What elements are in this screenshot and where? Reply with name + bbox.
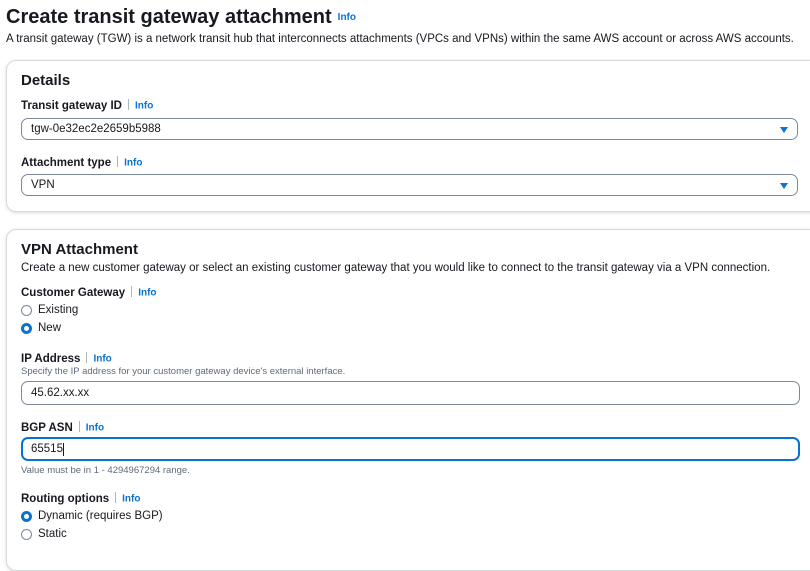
label-separator	[86, 352, 88, 363]
tgw-id-value: tgw-0e32ec2e2659b5988	[31, 123, 161, 135]
page-info-link[interactable]: Info	[338, 12, 356, 23]
radio-checked-icon	[21, 510, 32, 522]
tgw-id-select[interactable]: tgw-0e32ec2e2659b5988	[21, 118, 798, 140]
page-title: Create transit gateway attachment Info	[6, 6, 356, 29]
caret-down-icon	[780, 127, 788, 133]
routing-static-radio[interactable]: Static	[21, 528, 67, 540]
radio-unchecked-icon	[21, 528, 32, 540]
bgp-asn-label-text: BGP ASN	[21, 422, 73, 434]
radio-label: Existing	[38, 304, 79, 316]
attachment-type-info-link[interactable]: Info	[124, 157, 142, 168]
label-separator	[115, 492, 117, 503]
label-separator	[78, 421, 80, 432]
radio-checked-icon	[21, 322, 32, 334]
customer-gateway-new-radio[interactable]: New	[21, 322, 61, 334]
attachment-type-label-text: Attachment type	[21, 157, 112, 169]
page-title-text: Create transit gateway attachment	[6, 6, 332, 28]
customer-gateway-label-text: Customer Gateway	[21, 287, 126, 299]
label-separator	[117, 156, 119, 167]
routing-options-label-text: Routing options	[21, 493, 110, 505]
radio-label: Static	[38, 528, 67, 540]
routing-options-label: Routing options Info	[21, 492, 140, 505]
bgp-asn-label: BGP ASN Info	[21, 421, 104, 434]
radio-label: New	[38, 322, 62, 334]
bgp-asn-input[interactable]: 65515	[21, 437, 800, 461]
routing-options-info-link[interactable]: Info	[122, 493, 140, 504]
vpn-attachment-panel: VPN Attachment Create a new customer gat…	[6, 229, 810, 571]
label-separator	[131, 286, 133, 297]
vpn-attachment-title: VPN Attachment	[21, 241, 138, 258]
tgw-id-label-text: Transit gateway ID	[21, 100, 122, 112]
ip-address-info-link[interactable]: Info	[93, 353, 111, 364]
attachment-type-value: VPN	[31, 179, 55, 191]
ip-address-input[interactable]	[21, 381, 800, 405]
details-panel: Details Transit gateway ID Info tgw-0e32e…	[6, 60, 810, 212]
label-separator	[127, 99, 129, 110]
details-title: Details	[21, 72, 71, 89]
customer-gateway-existing-radio[interactable]: Existing	[21, 304, 78, 316]
ip-address-hint: Specify the IP address for your customer…	[21, 366, 346, 377]
bgp-asn-value: 65515	[31, 443, 63, 455]
customer-gateway-info-link[interactable]: Info	[138, 287, 156, 298]
tgw-id-label: Transit gateway ID Info	[21, 99, 153, 112]
text-cursor	[62, 442, 64, 456]
ip-address-label-text: IP Address	[21, 353, 81, 365]
radio-unchecked-icon	[21, 304, 32, 316]
customer-gateway-label: Customer Gateway Info	[21, 286, 157, 299]
routing-dynamic-radio[interactable]: Dynamic (requires BGP)	[21, 510, 163, 522]
page-description: A transit gateway (TGW) is a network tra…	[6, 33, 794, 45]
caret-down-icon	[780, 183, 788, 189]
vpn-attachment-description: Create a new customer gateway or select …	[21, 262, 771, 274]
bgp-asn-info-link[interactable]: Info	[86, 422, 104, 433]
attachment-type-label: Attachment type Info	[21, 156, 142, 169]
radio-label: Dynamic (requires BGP)	[38, 510, 163, 522]
ip-address-label: IP Address Info	[21, 352, 112, 365]
tgw-id-info-link[interactable]: Info	[135, 100, 153, 111]
bgp-asn-hint: Value must be in 1 - 4294967294 range.	[21, 465, 190, 476]
attachment-type-select[interactable]: VPN	[21, 174, 798, 196]
